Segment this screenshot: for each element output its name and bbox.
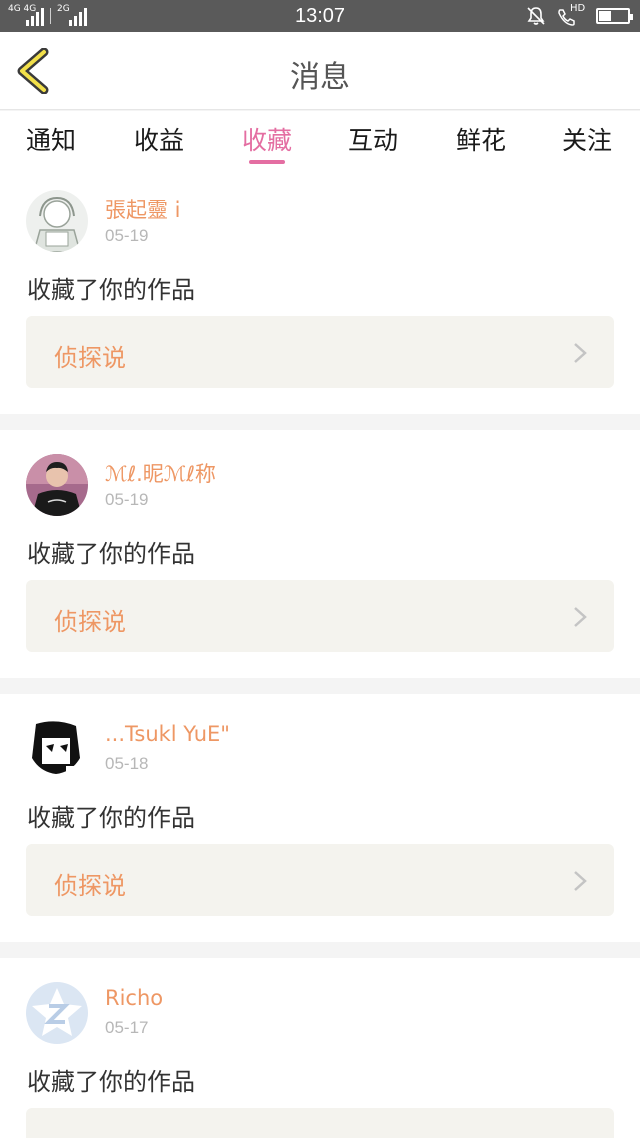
avatar[interactable] (26, 982, 88, 1044)
message-date: 05-19 (105, 226, 149, 245)
battery-icon (596, 8, 633, 24)
message-text: 收藏了你的作品 (27, 1068, 195, 1096)
work-title: 侦探说 (54, 872, 126, 900)
status-right-icons: HD (526, 3, 633, 27)
avatar[interactable] (26, 718, 86, 778)
avatar[interactable] (26, 190, 88, 252)
work-link[interactable]: 侦探说 (26, 580, 614, 652)
hd-label: HD (570, 3, 586, 14)
list-item: 張起靈 i 05-19 收藏了你的作品 侦探说 (0, 166, 640, 414)
tab-notifications[interactable]: 通知 (26, 121, 76, 157)
work-link[interactable]: 侦探说 (26, 844, 614, 916)
nav-header: 消息 (0, 32, 640, 110)
status-bar: 4G 4G 2G 13:07 HD (0, 0, 640, 32)
username[interactable]: 張起靈 i (105, 194, 181, 224)
page-title: 消息 (290, 60, 350, 95)
mute-bell-icon (527, 7, 545, 25)
work-title: 侦探说 (54, 344, 126, 372)
chevron-right-icon (574, 871, 587, 891)
list-item: ...Tsukl YuE" 05-18 收藏了你的作品 侦探说 (0, 694, 640, 942)
work-title: 侦探说 (54, 608, 126, 636)
work-link[interactable] (26, 1108, 614, 1138)
tab-flowers[interactable]: 鲜花 (456, 121, 506, 157)
tab-follows[interactable]: 关注 (562, 121, 612, 157)
list-item: ℳℓ.昵ℳℓ称 05-19 收藏了你的作品 侦探说 (0, 430, 640, 678)
username[interactable]: Richo (105, 986, 163, 1010)
tab-earnings[interactable]: 收益 (134, 121, 184, 157)
username[interactable]: ℳℓ.昵ℳℓ称 (105, 458, 216, 488)
list-item: Richo 05-17 收藏了你的作品 (0, 958, 640, 1138)
avatar[interactable] (26, 454, 88, 516)
message-date: 05-18 (105, 754, 149, 773)
chevron-right-icon (574, 343, 587, 363)
message-text: 收藏了你的作品 (27, 540, 195, 568)
work-link[interactable]: 侦探说 (26, 316, 614, 388)
message-text: 收藏了你的作品 (27, 804, 195, 832)
hd-call-icon: HD (556, 3, 586, 27)
chevron-right-icon (574, 607, 587, 627)
message-date: 05-17 (105, 1018, 149, 1037)
active-tab-indicator (249, 160, 285, 164)
tab-favorites[interactable]: 收藏 (242, 121, 292, 157)
username[interactable]: ...Tsukl YuE" (105, 722, 230, 746)
message-date: 05-19 (105, 490, 149, 509)
tab-interactions[interactable]: 互动 (348, 121, 398, 157)
message-text: 收藏了你的作品 (27, 276, 195, 304)
